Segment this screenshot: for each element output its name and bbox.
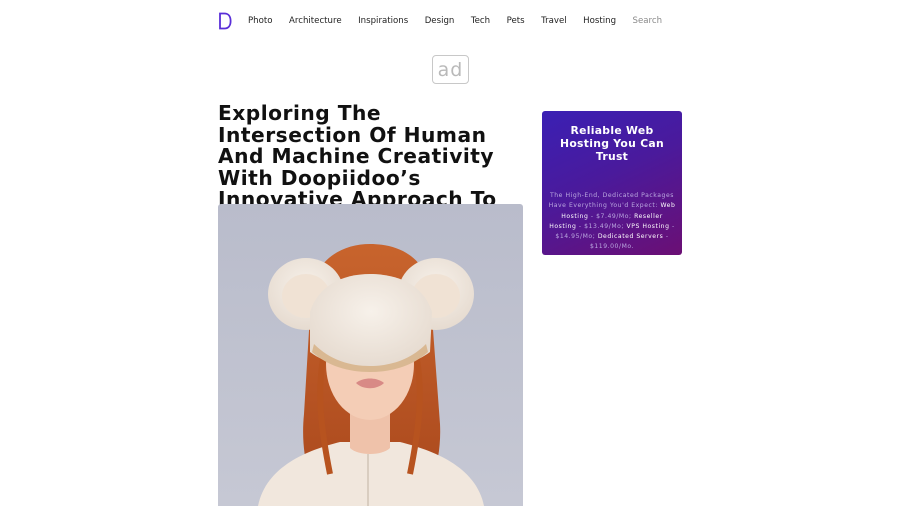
- nav-item-pets[interactable]: Pets: [507, 16, 525, 26]
- nav-item-photo[interactable]: Photo: [248, 16, 273, 26]
- nav-item-travel[interactable]: Travel: [541, 16, 567, 26]
- nav-item-inspirations[interactable]: Inspirations: [358, 16, 408, 26]
- hero-illustration: [218, 204, 523, 506]
- article-hero-image[interactable]: [218, 204, 523, 506]
- promo-price-web-hosting: - $7.49/Mo;: [588, 212, 632, 220]
- ad-label: ad: [437, 58, 464, 81]
- nav-item-tech[interactable]: Tech: [471, 16, 490, 26]
- search-input[interactable]: [632, 16, 703, 26]
- promo-title: Reliable Web Hosting You Can Trust: [559, 124, 664, 163]
- nav-item-hosting[interactable]: Hosting: [583, 16, 616, 26]
- site-logo-icon[interactable]: [218, 12, 232, 30]
- nav-item-design[interactable]: Design: [425, 16, 455, 26]
- ad-placeholder[interactable]: ad: [432, 55, 469, 84]
- promo-description: The High-End, Dedicated Packages Have Ev…: [548, 191, 676, 253]
- promo-intro: The High-End, Dedicated Packages Have Ev…: [548, 192, 674, 210]
- hosting-promo-box[interactable]: Reliable Web Hosting You Can Trust The H…: [542, 111, 682, 255]
- promo-link-dedicated-servers[interactable]: Dedicated Servers: [598, 233, 664, 240]
- nav-item-architecture[interactable]: Architecture: [289, 16, 342, 26]
- promo-link-vps-hosting[interactable]: VPS Hosting: [627, 223, 670, 230]
- top-navigation: Photo Architecture Inspirations Design T…: [218, 9, 703, 33]
- promo-price-reseller-hosting: - $13.49/Mo;: [576, 222, 625, 230]
